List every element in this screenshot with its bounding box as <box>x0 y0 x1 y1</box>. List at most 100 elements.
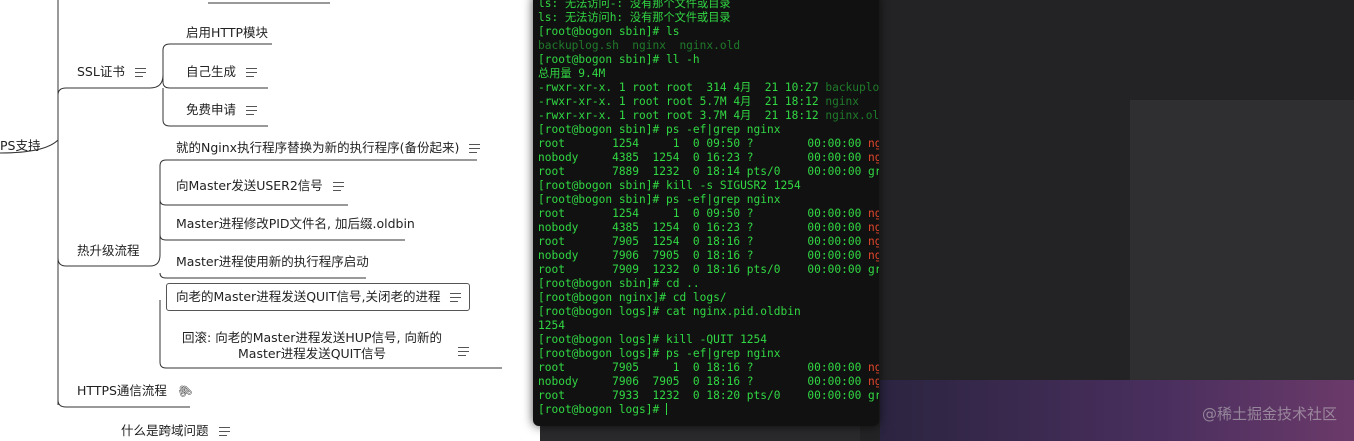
node-label: 就的Nginx执行程序替换为新的执行程序(备份起来) <box>176 140 460 155</box>
note-icon[interactable] <box>246 67 258 77</box>
mindmap-node-cross-domain[interactable]: 什么是跨域问题 <box>121 423 230 439</box>
terminal-text-segment: nginx.old <box>825 109 879 122</box>
node-label: 什么是跨域问题 <box>121 423 209 438</box>
terminal-text-segment: nginx <box>868 249 879 262</box>
mindmap-node-enable-http[interactable]: 启用HTTP模块 <box>186 25 268 41</box>
terminal-text-segment: root 7889 1232 0 18:14 pts/0 00:00:00 gr… <box>538 165 879 178</box>
note-icon[interactable] <box>246 105 258 115</box>
terminal-line: [root@bogon sbin]# cd .. <box>538 277 879 291</box>
terminal-line: 总用量 9.4M <box>538 67 879 81</box>
mindmap-node-rename-pid[interactable]: Master进程修改PID文件名, 加后缀.oldbin <box>176 216 415 232</box>
terminal-text-segment: nginx <box>868 207 879 220</box>
node-label: 回滚: 向老的Master进程发送HUP信号, 向新的Master进程发送QUI… <box>182 330 442 361</box>
mindmap-node-ssl-cert[interactable]: SSL证书 <box>77 64 146 80</box>
terminal-line: root 7889 1232 0 18:14 pts/0 00:00:00 gr… <box>538 165 879 179</box>
terminal-text-segment: nginx <box>868 221 879 234</box>
mindmap-node-new-master-start[interactable]: Master进程使用新的执行程序启动 <box>176 254 369 270</box>
note-icon[interactable] <box>134 67 146 77</box>
terminal-text-segment: [root@bogon logs]# <box>538 403 666 416</box>
terminal-text-segment: backuplog.sh nginx nginx.old <box>538 39 741 52</box>
terminal-text-segment: nginx <box>825 95 860 108</box>
terminal-text-segment: ls: 无法访问-: 没有那个文件或目录 <box>538 0 731 10</box>
node-label: 免费申请 <box>186 102 237 117</box>
terminal-text-segment: 总用量 9.4M <box>538 67 606 80</box>
mindmap-node-free-apply[interactable]: 免费申请 <box>186 102 258 118</box>
terminal-line: nobody 7906 7905 0 18:16 ? 00:00:00 ngin… <box>538 375 879 389</box>
node-label: SSL证书 <box>77 64 125 79</box>
terminal-line: [root@bogon sbin]# ls <box>538 25 879 39</box>
node-label: Master进程修改PID文件名, 加后缀.oldbin <box>176 216 415 231</box>
terminal-line: root 7933 1232 0 18:20 pts/0 00:00:00 gr… <box>538 389 879 403</box>
mindmap-node-replace-binary[interactable]: 就的Nginx执行程序替换为新的执行程序(备份起来) <box>176 140 481 156</box>
mindmap-node-send-usr2[interactable]: 向Master发送USER2信号 <box>176 178 344 194</box>
terminal-window[interactable]: ls: 无法访问-: 没有那个文件或目录 ls: 无法访问h: 没有那个文件或目录… <box>533 0 879 426</box>
terminal-line: [root@bogon sbin]# ll -h <box>538 53 879 67</box>
note-icon[interactable] <box>332 181 344 191</box>
terminal-text-segment: nobody 7906 7905 0 18:16 ? 00:00:00 <box>538 249 869 262</box>
terminal-line: [root@bogon nginx]# cd logs/ <box>538 291 879 305</box>
terminal-line: root 1254 1 0 09:50 ? 00:00:00 nginx: ma… <box>538 137 879 151</box>
terminal-text-segment: nobody 7906 7905 0 18:16 ? 00:00:00 <box>538 375 869 388</box>
node-label: Master进程使用新的执行程序启动 <box>176 254 369 269</box>
mindmap-node-hot-upgrade[interactable]: 热升级流程 <box>77 243 140 259</box>
terminal-line: [root@bogon logs]# cat nginx.pid.oldbin <box>538 305 879 319</box>
terminal-output[interactable]: ls: 无法访问-: 没有那个文件或目录 ls: 无法访问h: 没有那个文件或目录… <box>538 0 879 417</box>
terminal-line: -rwxr-xr-x. 1 root root 3.7M 4月 21 18:12… <box>538 109 879 123</box>
note-icon[interactable] <box>458 346 469 356</box>
terminal-line: -rwxr-xr-x. 1 root root 314 4月 21 10:27 … <box>538 81 879 95</box>
terminal-text-segment: [root@bogon sbin]# cd .. <box>538 277 700 290</box>
node-label: HTTPS通信流程 <box>77 383 167 398</box>
node-label: 启用HTTP模块 <box>186 25 268 40</box>
terminal-line: root 7909 1232 0 18:16 pts/0 00:00:00 gr… <box>538 263 879 277</box>
terminal-line: root 7905 1 0 18:16 ? 00:00:00 nginx: ma… <box>538 361 879 375</box>
terminal-line: root 7905 1254 0 18:16 ? 00:00:00 nginx:… <box>538 235 879 249</box>
mindmap-node-self-generated[interactable]: 自己生成 <box>186 64 258 80</box>
terminal-line: nobody 4385 1254 0 16:23 ? 00:00:00 ngin… <box>538 151 879 165</box>
note-icon[interactable] <box>218 426 230 436</box>
terminal-text-segment: nginx <box>868 137 879 150</box>
terminal-text-segment: [root@bogon sbin]# kill -s SIGUSR2 1254 <box>538 179 801 192</box>
terminal-line: [root@bogon sbin]# ps -ef|grep nginx <box>538 193 879 207</box>
terminal-line: [root@bogon logs]# kill -QUIT 1254 <box>538 333 879 347</box>
mindmap-node-https-flow[interactable]: HTTPS通信流程 🖇 <box>77 381 195 401</box>
node-label: 自己生成 <box>186 64 237 79</box>
mindmap-node-rollback[interactable]: 回滚: 向老的Master进程发送HUP信号, 向新的Master进程发送QUI… <box>176 330 496 362</box>
note-icon[interactable] <box>469 143 481 153</box>
terminal-text-segment: nobody 4385 1254 0 16:23 ? 00:00:00 <box>538 221 869 234</box>
terminal-text-segment: [root@bogon sbin]# ps -ef|grep nginx <box>538 193 781 206</box>
terminal-text-segment: [root@bogon nginx]# cd logs/ <box>538 291 727 304</box>
attachment-icon[interactable]: 🖇 <box>174 381 194 401</box>
terminal-text-segment: root 1254 1 0 09:50 ? 00:00:00 <box>538 137 869 150</box>
terminal-line: backuplog.sh nginx nginx.old <box>538 39 879 53</box>
note-icon[interactable] <box>450 292 462 302</box>
terminal-text-segment: root 7905 1254 0 18:16 ? 00:00:00 <box>538 235 869 248</box>
terminal-text-segment: nginx <box>868 151 879 164</box>
terminal-line: ls: 无法访问-: 没有那个文件或目录 <box>538 0 879 11</box>
terminal-line: [root@bogon sbin]# ps -ef|grep nginx <box>538 123 879 137</box>
terminal-line: nobody 4385 1254 0 16:23 ? 00:00:00 ngin… <box>538 221 879 235</box>
mindmap-node-send-quit-selected[interactable]: 向老的Master进程发送QUIT信号,关闭老的进程 <box>166 283 471 311</box>
terminal-text-segment: [root@bogon logs]# ps -ef|grep nginx <box>538 347 781 360</box>
terminal-text-segment: [root@bogon logs]# kill -QUIT 1254 <box>538 333 768 346</box>
screen: PS支持 SSL证书 启用HTTP模块 自己生成 免费申请 热升级流程 就的Ng… <box>0 0 1354 441</box>
terminal-text-segment: root 7909 1232 0 18:16 pts/0 00:00:00 gr… <box>538 263 879 276</box>
terminal-text-segment: root 1254 1 0 09:50 ? 00:00:00 <box>538 207 869 220</box>
terminal-line: nobody 7906 7905 0 18:16 ? 00:00:00 ngin… <box>538 249 879 263</box>
terminal-text-segment: [root@bogon logs]# cat nginx.pid.oldbin <box>538 305 801 318</box>
terminal-text-segment: [root@bogon sbin]# ll -h <box>538 53 700 66</box>
terminal-line: [root@bogon logs]# <box>538 403 879 417</box>
mindmap-canvas[interactable]: PS支持 SSL证书 启用HTTP模块 自己生成 免费申请 热升级流程 就的Ng… <box>0 0 540 441</box>
text-cursor <box>665 403 667 415</box>
terminal-text-segment: nginx <box>868 375 879 388</box>
terminal-text-segment: nobody 4385 1254 0 16:23 ? 00:00:00 <box>538 151 869 164</box>
node-label: PS支持 <box>0 138 41 153</box>
terminal-line: [root@bogon logs]# ps -ef|grep nginx <box>538 347 879 361</box>
mindmap-node-root[interactable]: PS支持 <box>0 138 40 154</box>
terminal-text-segment: -rwxr-xr-x. 1 root root 3.7M 4月 21 18:12 <box>538 109 826 122</box>
watermark: @稀土掘金技术社区 <box>1201 405 1337 423</box>
node-label: 向老的Master进程发送QUIT信号,关闭老的进程 <box>176 289 441 304</box>
terminal-text-segment: root 7933 1232 0 18:20 pts/0 00:00:00 gr… <box>538 389 879 402</box>
terminal-text-segment: -rwxr-xr-x. 1 root root 314 4月 21 10:27 <box>538 81 826 94</box>
terminal-line: root 1254 1 0 09:50 ? 00:00:00 nginx: ma… <box>538 207 879 221</box>
terminal-text-segment: 1254 <box>538 319 565 332</box>
